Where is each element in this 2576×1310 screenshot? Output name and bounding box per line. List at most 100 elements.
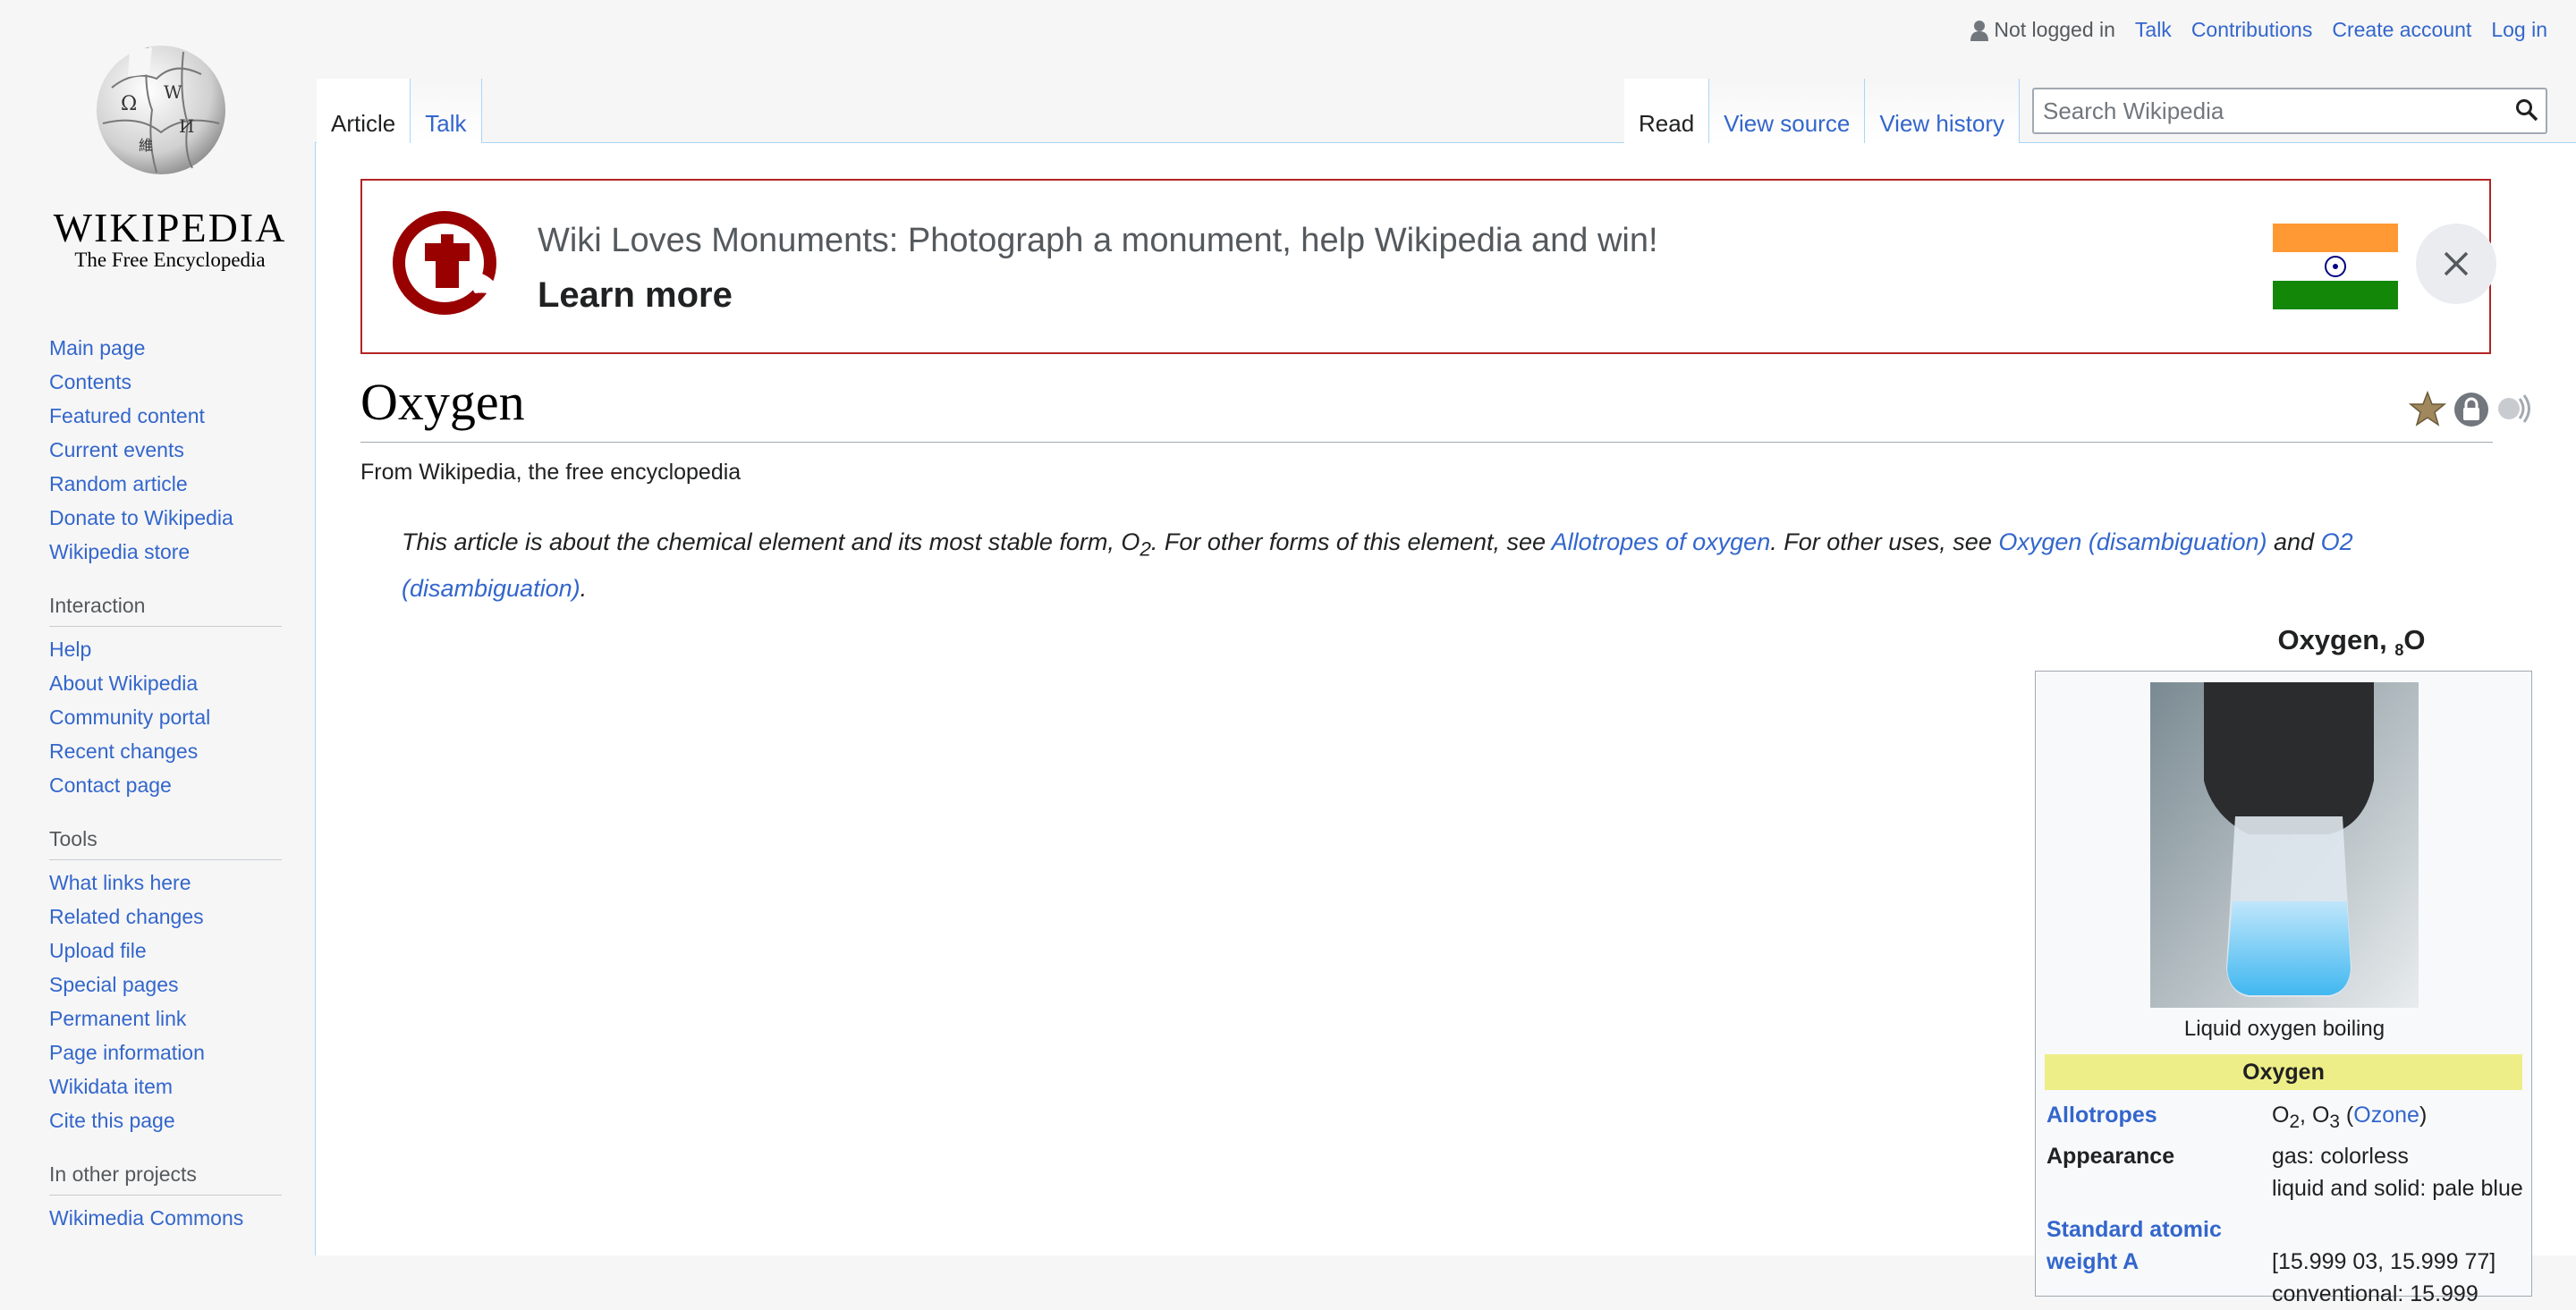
svg-text:W: W	[164, 81, 182, 103]
infobox-value-text: )	[2419, 1103, 2428, 1128]
link-allotropes-of-oxygen[interactable]: Allotropes of oxygen	[1552, 528, 1771, 555]
infobox-label-text: weight A	[2046, 1249, 2140, 1274]
sidebar-item-help[interactable]: Help	[49, 632, 282, 666]
sidebar-heading-interaction: Interaction	[49, 588, 282, 627]
infobox-value-text: O	[2272, 1103, 2290, 1128]
link-oxygen-disambiguation[interactable]: Oxygen (disambiguation)	[1998, 528, 2267, 555]
infobox-value-text: conventional: 15.999	[2272, 1281, 2479, 1306]
infobox-value-subscript: 3	[2329, 1111, 2340, 1132]
sidebar-item-related-changes[interactable]: Related changes	[49, 900, 282, 934]
puzzle-globe-icon: Ω W И 維	[97, 46, 225, 174]
user-icon	[1970, 20, 1989, 41]
hatnote-text: . For other forms of this element, see	[1150, 528, 1552, 555]
create-account-link[interactable]: Create account	[2332, 18, 2471, 42]
sidebar-item-special-pages[interactable]: Special pages	[49, 968, 282, 1002]
search-input[interactable]	[2034, 89, 2510, 132]
listen-audio-icon[interactable]	[2496, 390, 2536, 427]
infobox-label-atomic-weight[interactable]: Standard atomic weight A	[2046, 1217, 2222, 1274]
sidebar-heading-tools: Tools	[49, 822, 282, 860]
search-icon[interactable]	[2515, 98, 2538, 122]
login-link[interactable]: Log in	[2491, 18, 2547, 42]
infobox-image-caption: Liquid oxygen boiling	[2183, 1017, 2385, 1041]
page-indicators	[2409, 390, 2536, 427]
sidebar-item-permanent-link[interactable]: Permanent link	[49, 1002, 282, 1035]
sidebar-item-random-article[interactable]: Random article	[49, 467, 282, 501]
sidebar-item-upload-file[interactable]: Upload file	[49, 934, 282, 968]
infobox-value-text: gas: colorless	[2272, 1144, 2409, 1169]
infobox-caption-symbol: O	[2403, 624, 2426, 655]
svg-text:И: И	[179, 115, 194, 137]
not-logged-in-text: Not logged in	[1994, 18, 2115, 41]
tab-talk[interactable]: Talk	[411, 79, 482, 143]
infobox-row-atomic-weight: Standard atomic weight A [15.999 03, 15.9…	[2046, 1213, 2496, 1306]
hatnote-text: . For other uses, see	[1770, 528, 1999, 555]
sidebar-item-main-page[interactable]: Main page	[49, 331, 282, 365]
title-divider	[360, 442, 2493, 443]
personal-contributions-link[interactable]: Contributions	[2191, 18, 2313, 42]
hatnote-text: .	[580, 575, 588, 603]
infobox-value-text: , O	[2300, 1103, 2330, 1128]
sidebar-item-what-links-here[interactable]: What links here	[49, 866, 282, 900]
infobox-label-text: Standard atomic	[2046, 1217, 2222, 1242]
hatnote-text: and	[2267, 528, 2321, 555]
infobox-row-appearance: Appearance gas: colorless liquid and soli…	[2046, 1140, 2523, 1201]
infobox-caption-subscript: 8	[2394, 641, 2404, 660]
infobox-label-allotropes[interactable]: Allotropes	[2046, 1103, 2157, 1128]
personal-talk-link[interactable]: Talk	[2135, 18, 2172, 42]
login-status: Not logged in	[1970, 18, 2115, 42]
tab-read[interactable]: Read	[1624, 79, 1710, 143]
link-ozone[interactable]: Ozone	[2353, 1103, 2419, 1128]
sidebar-item-community-portal[interactable]: Community portal	[49, 700, 282, 734]
infobox-value-text: [15.999 03, 15.999 77]	[2272, 1249, 2496, 1274]
tab-view-source[interactable]: View source	[1709, 79, 1866, 143]
hatnote: This article is about the chemical eleme…	[402, 522, 2414, 608]
close-icon	[2444, 251, 2469, 276]
infobox-value-appearance: gas: colorless liquid and solid: pale blu…	[2272, 1140, 2540, 1204]
wiki-loves-monuments-logo	[393, 211, 502, 315]
sidebar-item-current-events[interactable]: Current events	[49, 433, 282, 467]
sidebar-item-recent-changes[interactable]: Recent changes	[49, 734, 282, 768]
sidebar-item-page-information[interactable]: Page information	[49, 1035, 282, 1069]
wikipedia-wordmark: Wikipedia	[53, 205, 287, 250]
page-title: Oxygen	[360, 373, 525, 431]
sidebar-item-cite-this-page[interactable]: Cite this page	[49, 1103, 282, 1137]
sidebar: Main page Contents Featured content Curr…	[49, 331, 282, 1235]
hatnote-text: This article is about the chemical eleme…	[402, 528, 1140, 555]
namespace-tabs: Article Talk	[317, 79, 482, 143]
infobox-header: Oxygen	[2045, 1054, 2522, 1090]
sidebar-item-store[interactable]: Wikipedia store	[49, 535, 282, 569]
svg-text:維: 維	[139, 137, 153, 154]
tab-view-history[interactable]: View history	[1865, 79, 2020, 143]
infobox-caption: Oxygen, 8O	[2214, 624, 2489, 660]
sidebar-item-about[interactable]: About Wikipedia	[49, 666, 282, 700]
campaign-banner: Wiki Loves Monuments: Photograph a monum…	[360, 179, 2496, 354]
infobox-caption-text: Oxygen,	[2277, 624, 2395, 655]
svg-text:Ω: Ω	[121, 93, 137, 115]
liquid-oxygen-photo[interactable]	[2150, 682, 2419, 1008]
infobox-label-appearance: Appearance	[2046, 1144, 2175, 1169]
tab-article[interactable]: Article	[317, 79, 411, 143]
sidebar-item-contents[interactable]: Contents	[49, 365, 282, 399]
banner-title: Wiki Loves Monuments: Photograph a monum…	[538, 222, 1658, 259]
sidebar-heading-projects: In other projects	[49, 1157, 282, 1196]
banner-learn-more-link[interactable]: Learn more	[538, 275, 733, 316]
hatnote-subscript: 2	[1140, 537, 1151, 561]
infobox-value-subscript: 2	[2289, 1111, 2301, 1132]
banner-close-button[interactable]	[2416, 224, 2496, 304]
semi-protected-lock-icon[interactable]	[2453, 390, 2489, 427]
infobox-value-text: liquid and solid: pale blue	[2272, 1176, 2523, 1201]
content-area: Wiki Loves Monuments: Photograph a monum…	[315, 142, 2576, 1306]
sidebar-item-donate[interactable]: Donate to Wikipedia	[49, 501, 282, 535]
sidebar-item-contact-page[interactable]: Contact page	[49, 768, 282, 802]
sidebar-item-featured-content[interactable]: Featured content	[49, 399, 282, 433]
search-box	[2032, 88, 2547, 134]
personal-tools: Not logged in Talk Contributions Create …	[1970, 18, 2547, 42]
infobox-row-allotropes: Allotropes O2, O3 (Ozone)	[2046, 1099, 2427, 1132]
wikipedia-tagline: The Free Encyclopedia	[74, 249, 266, 271]
infobox-value-text: (	[2339, 1103, 2354, 1128]
sidebar-item-wikidata-item[interactable]: Wikidata item	[49, 1069, 282, 1103]
sidebar-item-wikimedia-commons[interactable]: Wikimedia Commons	[49, 1201, 282, 1235]
india-flag-icon	[2273, 224, 2398, 309]
wikipedia-logo[interactable]: Ω W И 維 Wikipedia The Free Encyclopedia	[36, 25, 284, 284]
featured-star-icon[interactable]	[2409, 390, 2446, 427]
